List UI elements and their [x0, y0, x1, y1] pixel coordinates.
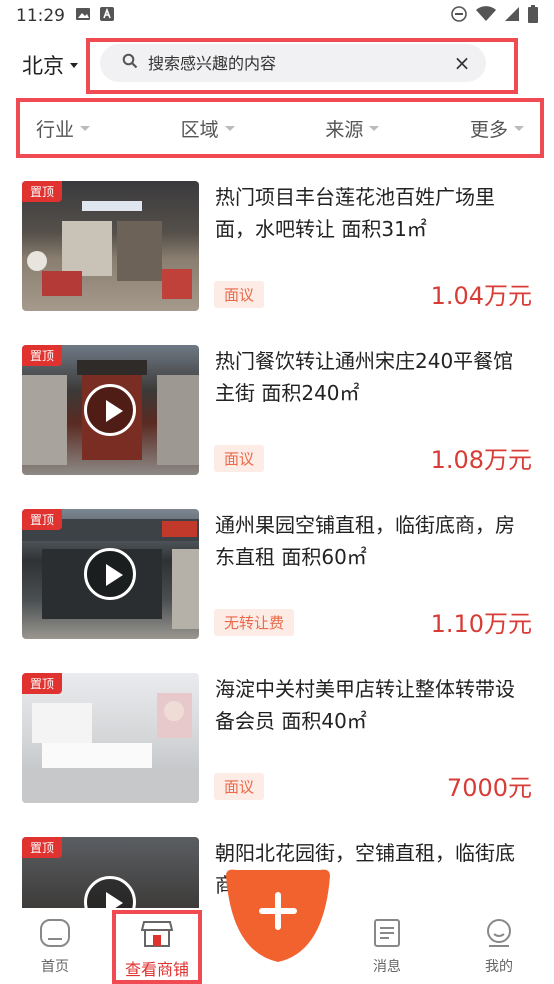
filter-label: 区域 [180, 118, 219, 141]
battery-icon [528, 5, 538, 27]
storefront-icon [112, 918, 202, 952]
play-video-icon[interactable] [84, 548, 136, 600]
listing-photo: 置顶 [22, 509, 199, 639]
pinned-badge: 置顶 [22, 837, 63, 858]
listing-tag: 无转让费 [214, 609, 295, 636]
listing-price: 7000元 [446, 774, 532, 802]
pinned-badge: 置顶 [22, 345, 63, 366]
search-input[interactable] [148, 53, 450, 73]
caret-down-icon [224, 125, 235, 131]
pinned-badge: 置顶 [22, 673, 63, 694]
nav-label: 查看商铺 [124, 960, 189, 979]
dnd-icon [450, 5, 468, 27]
filter-bar: 行业 区域 来源 更多 [24, 104, 536, 152]
listing-photo: 置顶 [22, 673, 199, 803]
message-icon [342, 918, 432, 952]
nav-home[interactable]: 首页 [10, 908, 100, 984]
listing-price: 1.10万元 [430, 610, 532, 638]
caret-down-icon [80, 125, 91, 131]
city-selector[interactable]: 北京 [22, 50, 78, 80]
signal-icon [504, 6, 520, 26]
caret-down-icon [70, 62, 78, 68]
gallery-icon [75, 6, 91, 26]
wifi-icon [476, 6, 496, 26]
filter-more[interactable]: 更多 [470, 115, 524, 142]
listing-title: 通州果园空铺直租，临街底商，房东直租 面积60㎡ [215, 513, 515, 569]
listing-item[interactable]: 置顶 热门餐饮转让通州宋庄240平餐馆 主街 面积240㎡ 面议 1.08万元 [0, 328, 554, 492]
listing-list: 置顶 热门项目丰台莲花池百姓广场里面，水吧转让 面积31㎡ 面议 1.04万元 … [0, 164, 554, 984]
listing-price: 1.04万元 [430, 282, 532, 310]
publish-add-button[interactable] [222, 866, 334, 964]
listing-item[interactable]: 置顶 海淀中关村美甲店转让整体转带设备会员 面积40㎡ 面议 7000元 [0, 656, 554, 820]
listing-price: 1.08万元 [430, 446, 532, 474]
city-label: 北京 [22, 54, 64, 78]
listing-item[interactable]: 置顶 热门项目丰台莲花池百姓广场里面，水吧转让 面积31㎡ 面议 1.04万元 [0, 164, 554, 328]
nav-label: 首页 [41, 959, 69, 975]
listing-photo: 置顶 [22, 345, 199, 475]
nav-messages[interactable]: 消息 [342, 908, 432, 984]
listing-tag: 面议 [214, 445, 265, 472]
header: 北京 × [0, 38, 554, 96]
app-notification-icon [99, 6, 115, 26]
filter-label: 行业 [36, 118, 75, 141]
filter-source[interactable]: 来源 [325, 115, 380, 142]
listing-tag: 面议 [214, 773, 265, 800]
pinned-badge: 置顶 [22, 181, 63, 202]
caret-down-icon [513, 125, 524, 131]
filter-label: 更多 [469, 118, 508, 141]
play-video-icon[interactable] [84, 384, 136, 436]
filter-district[interactable]: 区域 [181, 115, 235, 142]
nav-label: 我的 [485, 959, 513, 975]
search-bar[interactable]: × [100, 44, 486, 82]
nav-label: 消息 [373, 959, 401, 975]
listing-title: 热门餐饮转让通州宋庄240平餐馆 主街 面积240㎡ [215, 349, 514, 405]
filter-label: 来源 [325, 118, 364, 141]
status-time: 11:29 [16, 6, 65, 26]
listing-item[interactable]: 置顶 通州果园空铺直租，临街底商，房东直租 面积60㎡ 无转让费 1.10万元 [0, 492, 554, 656]
pinned-badge: 置顶 [22, 509, 63, 530]
nav-shops[interactable]: 查看商铺 [112, 908, 202, 984]
caret-down-icon [369, 125, 380, 131]
status-bar: 11:29 [0, 0, 554, 32]
filter-industry[interactable]: 行业 [36, 115, 91, 142]
home-icon [10, 918, 100, 952]
search-icon [122, 53, 138, 73]
listing-title: 海淀中关村美甲店转让整体转带设备会员 面积40㎡ [215, 677, 515, 733]
nav-mine[interactable]: 我的 [454, 908, 544, 984]
listing-photo: 置顶 [22, 181, 199, 311]
listing-title: 热门项目丰台莲花池百姓广场里面，水吧转让 面积31㎡ [215, 185, 495, 241]
profile-icon [454, 918, 544, 952]
clear-search-button[interactable]: × [450, 51, 474, 75]
listing-tag: 面议 [214, 281, 265, 308]
